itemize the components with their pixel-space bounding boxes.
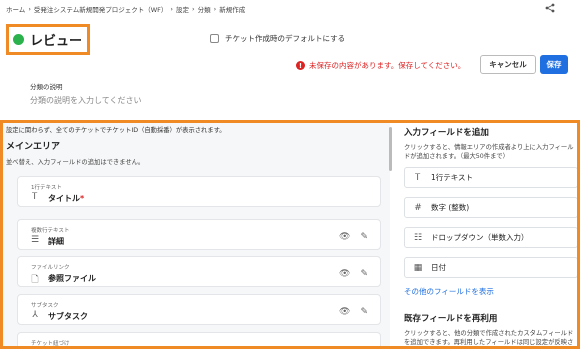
- text-t-icon: Ꭲ: [32, 192, 38, 202]
- hash-icon: #: [414, 202, 422, 213]
- pencil-icon[interactable]: ✎: [360, 232, 368, 242]
- reuse-field-desc: クリックすると、他の分類で作成されたカスタムフィールドを追加できます。再利用した…: [404, 330, 574, 346]
- breadcrumb-sep: ›: [213, 5, 217, 13]
- field-card[interactable]: チケット紐づけ: [17, 332, 381, 347]
- breadcrumb-sep: ›: [192, 5, 195, 13]
- breadcrumb-category[interactable]: 分類: [198, 4, 211, 14]
- calendar-icon: ▦: [413, 262, 423, 273]
- unsaved-warning-text: 未保存の内容があります。保存してください。: [309, 61, 466, 70]
- field-editor: 設定に関わらず、全てのチケットでチケットID（自動採番）が表示されます。 メイン…: [0, 120, 580, 349]
- scrollbar[interactable]: [389, 127, 392, 171]
- field-type-label: ファイルリンク: [31, 265, 70, 271]
- eye-icon[interactable]: 👁: [339, 232, 350, 242]
- file-link-icon: 🗋: [31, 275, 39, 285]
- eye-icon[interactable]: 👁: [339, 307, 350, 317]
- default-checkbox-label: チケット作成時のデフォルトにする: [225, 34, 346, 43]
- breadcrumb-sep: ›: [170, 5, 174, 13]
- add-field-label: 日付: [431, 263, 446, 272]
- status-dot-icon: [13, 34, 24, 45]
- share-icon[interactable]: [545, 3, 555, 16]
- lines-icon: ☰: [30, 235, 40, 245]
- add-number-field-button[interactable]: # 数字 (整数): [404, 197, 577, 218]
- breadcrumb-current: 新規作成: [219, 6, 246, 14]
- more-fields-link[interactable]: その他のフィールドを表示: [404, 286, 494, 297]
- eye-icon[interactable]: 👁: [339, 269, 350, 279]
- cancel-button[interactable]: キャンセル: [480, 55, 536, 74]
- default-checkbox[interactable]: [210, 34, 219, 43]
- field-type-label: 複数行テキスト: [31, 228, 70, 234]
- add-date-field-button[interactable]: ▦ 日付: [404, 257, 577, 278]
- default-checkbox-row[interactable]: チケット作成時のデフォルトにする: [210, 33, 345, 44]
- reuse-field-title: 既存フィールドを再利用: [404, 314, 498, 324]
- add-field-label: 数字 (整数): [431, 203, 470, 212]
- field-card[interactable]: サブタスク ⅄ サブタスク 👁 ✎: [17, 294, 381, 325]
- field-actions: 👁 ✎: [339, 307, 368, 317]
- ticket-id-note: 設定に関わらず、全てのチケットでチケットID（自動採番）が表示されます。: [6, 127, 226, 134]
- field-card[interactable]: ファイルリンク 🗋 参照ファイル 👁 ✎: [17, 256, 381, 287]
- add-text-field-button[interactable]: Ꭲ 1行テキスト: [404, 167, 577, 188]
- field-type-label: サブタスク: [31, 303, 59, 309]
- breadcrumb-settings[interactable]: 設定: [176, 4, 189, 14]
- field-actions: 👁 ✎: [339, 232, 368, 242]
- list-icon: ☷: [413, 232, 423, 243]
- breadcrumb-project[interactable]: 受発注システム新規開発プロジェクト（WF）: [34, 4, 167, 14]
- add-field-desc: クリックすると、情報エリアの作成者より上に入力フィールドが追加されます。（最大5…: [404, 144, 574, 160]
- field-name: サブタスク: [48, 312, 88, 321]
- field-name: 参照ファイル: [48, 274, 96, 283]
- add-dropdown-field-button[interactable]: ☷ ドロップダウン（単数入力）: [404, 227, 577, 248]
- field-name: 詳細: [48, 237, 64, 246]
- text-t-icon: Ꭲ: [415, 172, 421, 183]
- subtask-icon: ⅄: [32, 310, 38, 320]
- add-field-panel: 入力フィールドを追加 クリックすると、情報エリアの作成者より上に入力フィールドが…: [398, 123, 577, 346]
- required-mark: *: [80, 194, 85, 203]
- category-title-box[interactable]: レビュー: [6, 24, 90, 55]
- add-field-label: ドロップダウン（単数入力）: [431, 233, 529, 242]
- save-button[interactable]: 保存: [540, 55, 568, 74]
- main-area-panel: 設定に関わらず、全てのチケットでチケットID（自動採番）が表示されます。 メイン…: [3, 123, 392, 347]
- add-field-title: 入力フィールドを追加: [404, 128, 489, 138]
- field-type-label: 1行テキスト: [31, 185, 62, 191]
- page-title: レビュー: [30, 34, 83, 49]
- main-area-note: 並べ替え、入力フィールドの追加はできません。: [6, 159, 145, 166]
- breadcrumb-sep: ›: [28, 5, 31, 13]
- add-field-label: 1行テキスト: [431, 173, 474, 182]
- pencil-icon[interactable]: ✎: [360, 307, 368, 317]
- field-card[interactable]: 1行テキスト Ꭲ タイトル*: [17, 176, 381, 207]
- alert-icon: !: [296, 61, 305, 70]
- description-label: 分類の説明: [30, 83, 63, 91]
- field-actions: 👁 ✎: [339, 269, 368, 279]
- field-type-label: チケット紐づけ: [31, 341, 70, 347]
- field-card[interactable]: 複数行テキスト ☰ 詳細 👁 ✎: [17, 219, 381, 250]
- unsaved-warning: ! 未保存の内容があります。保存してください。: [296, 60, 465, 71]
- main-area-title: メインエリア: [6, 142, 61, 152]
- breadcrumb-home[interactable]: ホーム: [6, 4, 25, 14]
- breadcrumb: ホーム › 受発注システム新規開発プロジェクト（WF） › 設定 › 分類 › …: [6, 4, 245, 14]
- pencil-icon[interactable]: ✎: [360, 269, 368, 279]
- field-name: タイトル*: [48, 194, 85, 203]
- description-input[interactable]: 分類の説明を入力してください: [30, 95, 142, 106]
